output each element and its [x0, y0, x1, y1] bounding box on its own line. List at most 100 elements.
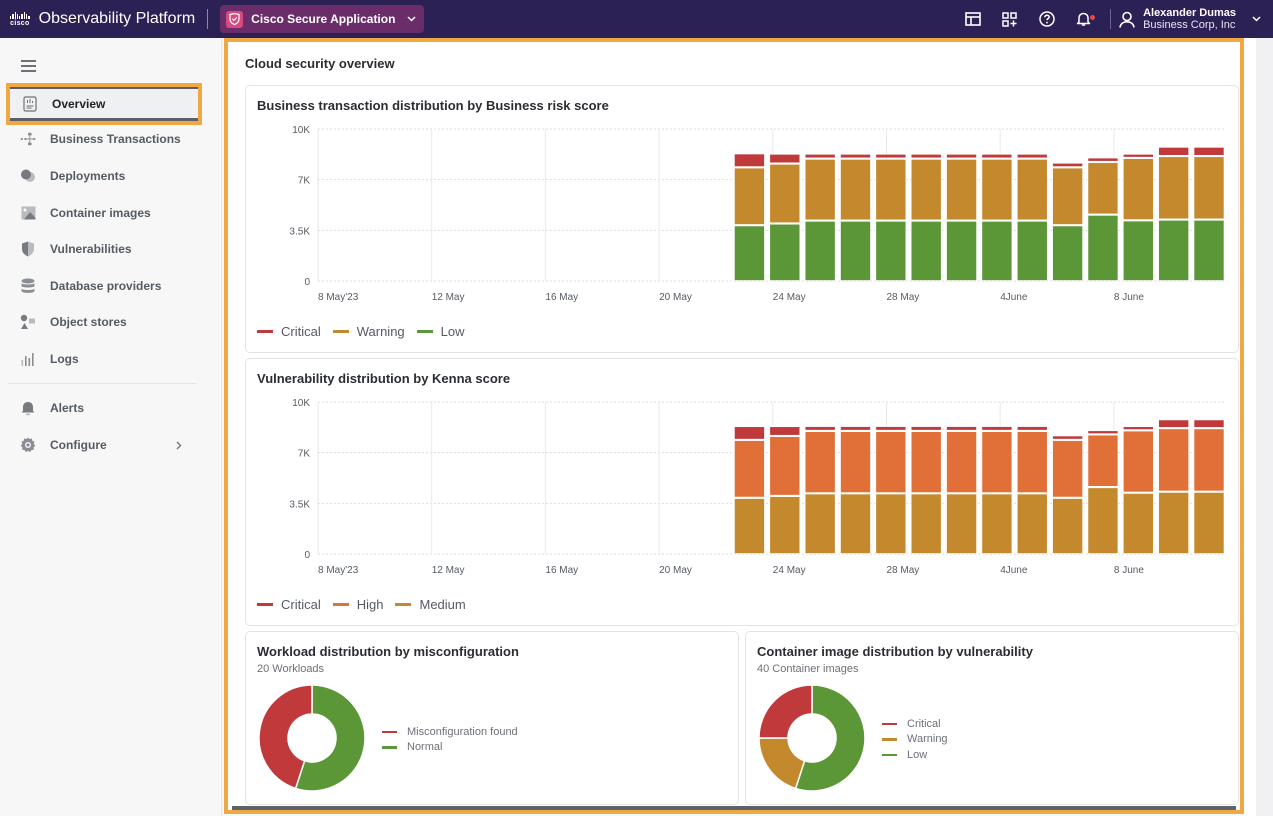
bar-segment-medium[interactable] [1193, 492, 1225, 554]
bar-segment-critical[interactable] [1016, 154, 1048, 159]
bar-segment-medium[interactable] [769, 496, 801, 554]
bar-segment-critical[interactable] [769, 154, 801, 164]
bar-segment-warning[interactable] [840, 159, 871, 221]
bar-segment-critical[interactable] [1122, 154, 1154, 158]
bar-segment-high[interactable] [1193, 428, 1225, 492]
bar-segment-warning[interactable] [946, 159, 977, 221]
bar-segment-critical[interactable] [734, 426, 765, 440]
bar-segment-critical[interactable] [1158, 147, 1189, 156]
sidebar-item-database-providers[interactable]: Database providers [8, 268, 202, 304]
bar-segment-low[interactable] [910, 221, 942, 281]
bar-segment-low[interactable] [1087, 215, 1119, 281]
legend-item-misconfiguration-found[interactable]: Misconfiguration found [382, 724, 518, 740]
user-menu[interactable]: Alexander Dumas Business Corp, Inc [1119, 7, 1273, 31]
bar-segment-critical[interactable] [769, 426, 801, 436]
legend-item-normal[interactable]: Normal [382, 740, 518, 756]
scrollbar-track[interactable] [1256, 38, 1273, 816]
bar-segment-critical[interactable] [1193, 419, 1225, 428]
bar-segment-critical[interactable] [1052, 162, 1083, 167]
bar-segment-critical[interactable] [910, 426, 942, 431]
bar-segment-warning[interactable] [1122, 158, 1154, 220]
layout-button[interactable] [954, 0, 991, 38]
bar-segment-medium[interactable] [840, 493, 871, 554]
notifications-button[interactable] [1065, 0, 1102, 38]
bar-segment-high[interactable] [981, 431, 1013, 493]
bar-segment-warning[interactable] [769, 164, 801, 224]
legend-item-warning[interactable]: Warning [882, 732, 948, 748]
bar-segment-low[interactable] [769, 223, 801, 281]
bar-segment-medium[interactable] [1016, 493, 1048, 554]
legend-item-critical[interactable]: Critical [257, 597, 321, 612]
bar-segment-warning[interactable] [981, 159, 1013, 221]
bar-segment-critical[interactable] [1193, 147, 1225, 156]
bar-segment-low[interactable] [734, 225, 765, 281]
bar-segment-critical[interactable] [840, 154, 871, 159]
bar-segment-critical[interactable] [1158, 419, 1189, 428]
bar-segment-critical[interactable] [734, 153, 765, 167]
bar-segment-critical[interactable] [946, 154, 977, 159]
brand[interactable]: cisco Observability Platform [10, 10, 195, 28]
bar-segment-critical[interactable] [875, 154, 907, 159]
sidebar-item-object-stores[interactable]: Object stores [8, 304, 202, 340]
bar-segment-high[interactable] [1087, 434, 1119, 487]
bar-segment-medium[interactable] [875, 493, 907, 554]
legend-item-medium[interactable]: Medium [395, 597, 466, 612]
legend-item-critical[interactable]: Critical [257, 324, 321, 339]
legend-item-low[interactable]: Low [882, 747, 948, 763]
bar-segment-warning[interactable] [1087, 162, 1119, 215]
sidebar-item-container-images[interactable]: Container images [8, 195, 202, 231]
bar-segment-medium[interactable] [981, 493, 1013, 554]
bar-segment-low[interactable] [840, 221, 871, 281]
bar-segment-high[interactable] [1122, 430, 1154, 493]
bar-segment-medium[interactable] [1158, 492, 1189, 554]
bar-segment-medium[interactable] [1052, 498, 1083, 554]
bar-segment-low[interactable] [804, 221, 836, 281]
legend-item-high[interactable]: High [332, 597, 383, 612]
bar-segment-high[interactable] [840, 431, 871, 493]
bar-segment-medium[interactable] [1122, 493, 1154, 554]
bar-segment-critical[interactable] [875, 426, 907, 431]
legend-item-critical[interactable]: Critical [882, 716, 948, 732]
bar-segment-critical[interactable] [804, 426, 836, 431]
bar-segment-low[interactable] [1016, 221, 1048, 281]
bar-segment-medium[interactable] [1087, 487, 1119, 554]
bar-segment-critical[interactable] [804, 154, 836, 159]
sidebar-item-deployments[interactable]: Deployments [8, 158, 202, 194]
sidebar-item-alerts[interactable]: Alerts [8, 390, 202, 426]
bar-segment-warning[interactable] [875, 159, 907, 221]
bar-segment-high[interactable] [1016, 431, 1048, 493]
bar-segment-medium[interactable] [734, 498, 765, 554]
bar-segment-high[interactable] [734, 440, 765, 498]
bar-segment-warning[interactable] [1052, 167, 1083, 225]
bar-segment-critical[interactable] [910, 154, 942, 159]
bar-segment-warning[interactable] [1016, 159, 1048, 221]
sidebar-item-overview[interactable]: Overview [6, 83, 202, 125]
sidebar-item-configure[interactable]: Configure [8, 427, 202, 463]
menu-toggle-hamburger-icon[interactable] [21, 60, 36, 75]
sidebar-item-vulnerabilities[interactable]: Vulnerabilities [8, 231, 202, 267]
bar-segment-high[interactable] [910, 431, 942, 493]
bar-segment-warning[interactable] [804, 159, 836, 221]
bar-segment-critical[interactable] [981, 426, 1013, 431]
legend-item-low[interactable]: Low [416, 324, 465, 339]
add-widget-button[interactable] [991, 0, 1028, 38]
bar-segment-medium[interactable] [946, 493, 977, 554]
bar-segment-critical[interactable] [1052, 435, 1083, 440]
sidebar-item-business-transactions[interactable]: Business Transactions [8, 121, 202, 157]
bar-segment-warning[interactable] [734, 167, 765, 225]
bar-segment-high[interactable] [1158, 428, 1189, 492]
legend-item-warning[interactable]: Warning [332, 324, 405, 339]
scrollbar-gutter[interactable] [1244, 38, 1273, 816]
bar-segment-warning[interactable] [1158, 156, 1189, 220]
bar-segment-critical[interactable] [946, 426, 977, 431]
bar-segment-high[interactable] [946, 431, 977, 493]
help-button[interactable] [1028, 0, 1065, 38]
bar-segment-low[interactable] [946, 221, 977, 281]
bar-segment-high[interactable] [804, 431, 836, 493]
bar-segment-low[interactable] [1158, 220, 1189, 281]
bar-segment-critical[interactable] [1016, 426, 1048, 431]
bar-segment-low[interactable] [1122, 220, 1154, 281]
app-switcher-dropdown[interactable]: Cisco Secure Application [220, 5, 425, 33]
sidebar-item-logs[interactable]: Logs [8, 341, 202, 377]
bar-segment-warning[interactable] [1193, 156, 1225, 220]
